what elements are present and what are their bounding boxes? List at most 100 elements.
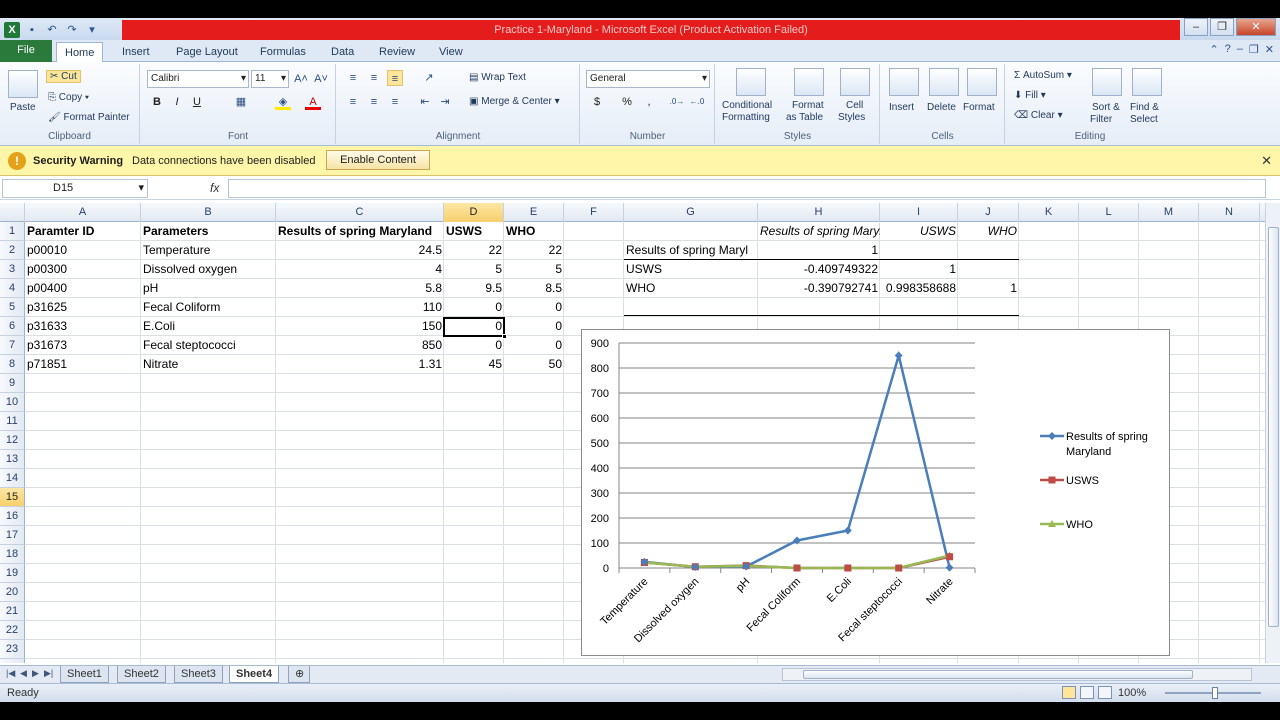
column-header-a[interactable]: A [25,203,141,222]
column-header-c[interactable]: C [276,203,444,222]
borders-icon[interactable]: ▦ [233,94,249,110]
autosum-button[interactable]: Σ AutoSum ▾ [1014,70,1072,81]
format-cells-icon[interactable] [967,68,997,96]
table-data-cell[interactable]: p00300 [25,260,141,279]
table-data-cell[interactable]: 45 [444,355,504,374]
vertical-scrollbar[interactable] [1265,203,1280,663]
prev-sheet-icon[interactable]: ◀ [20,668,27,679]
correlation-header-cell[interactable]: USWS [880,222,958,241]
shrink-font-icon[interactable]: A˅ [313,71,329,87]
correlation-row-label[interactable]: Results of spring Maryl [624,241,758,260]
table-data-cell[interactable]: p31625 [25,298,141,317]
row-header-22[interactable]: 22 [0,621,25,640]
correlation-row-label[interactable]: USWS [624,260,758,279]
correlation-header-cell[interactable]: WHO [958,222,1019,241]
delete-cells-button[interactable]: Delete [927,102,956,113]
table-data-cell[interactable]: 0 [504,336,564,355]
row-header-20[interactable]: 20 [0,583,25,602]
select-all-corner[interactable] [0,203,25,222]
fill-color-icon[interactable]: ◈ [275,94,291,110]
merge-center-button[interactable]: ▣ Merge & Center ▾ [469,96,560,107]
paste-button[interactable]: Paste [10,102,36,113]
sheet-tab-sheet3[interactable]: Sheet3 [174,666,223,683]
clear-button[interactable]: ⌫ Clear ▾ [1014,110,1063,121]
horizontal-scrollbar[interactable] [782,668,1252,681]
table-header-cell[interactable]: Parameters [141,222,276,241]
sheet-tab-sheet1[interactable]: Sheet1 [60,666,109,683]
table-data-cell[interactable]: 22 [504,241,564,260]
cell-styles-label[interactable]: Cell [846,100,863,111]
save-icon[interactable]: ▪ [24,22,40,38]
align-bottom-icon[interactable]: ≡ [387,70,403,86]
font-size-select[interactable]: 11 ▾ [251,70,289,88]
row-header-12[interactable]: 12 [0,431,25,450]
increase-decimal-icon[interactable]: .0→ [669,94,685,110]
decrease-indent-icon[interactable]: ⇤ [417,94,433,110]
align-left-icon[interactable]: ≡ [345,94,361,110]
help-icon[interactable]: ? [1225,43,1231,56]
table-data-cell[interactable]: 24.5 [276,241,444,260]
active-cell-d15[interactable] [443,317,505,337]
row-header-16[interactable]: 16 [0,507,25,526]
row-header-13[interactable]: 13 [0,450,25,469]
customize-qat-icon[interactable]: ▾ [84,22,100,38]
table-data-cell[interactable]: 0 [504,298,564,317]
table-data-cell[interactable]: Fecal Coliform [141,298,276,317]
table-data-cell[interactable]: p31633 [25,317,141,336]
table-data-cell[interactable]: 150 [276,317,444,336]
decrease-decimal-icon[interactable]: ←.0 [689,94,705,110]
row-header-15[interactable]: 15 [0,488,25,507]
table-data-cell[interactable]: Dissolved oxygen [141,260,276,279]
tab-insert[interactable]: Insert [114,42,158,62]
table-data-cell[interactable]: 8.5 [504,279,564,298]
currency-button[interactable]: $ [589,94,605,110]
cell-styles-label-2[interactable]: Styles [838,112,865,123]
align-center-icon[interactable]: ≡ [366,94,382,110]
chevron-down-icon[interactable]: ▾ [138,180,144,197]
find-select-label[interactable]: Find & [1130,102,1159,113]
excel-logo-icon[interactable]: X [4,22,20,38]
column-header-e[interactable]: E [504,203,564,222]
row-header-10[interactable]: 10 [0,393,25,412]
last-sheet-icon[interactable]: ▶| [44,668,53,679]
column-header-k[interactable]: K [1019,203,1079,222]
next-sheet-icon[interactable]: ▶ [32,668,39,679]
close-button[interactable]: ✕ [1236,18,1276,36]
table-data-cell[interactable]: 0 [504,317,564,336]
conditional-formatting-label-2[interactable]: Formatting [722,112,770,123]
row-header-6[interactable]: 6 [0,317,25,336]
column-header-i[interactable]: I [880,203,958,222]
comma-button[interactable]: , [641,94,657,110]
insert-cells-button[interactable]: Insert [889,102,914,113]
zoom-slider-knob[interactable] [1212,687,1218,699]
correlation-value-cell[interactable]: 1 [958,279,1019,298]
correlation-value-cell[interactable]: 1 [758,241,880,260]
table-data-cell[interactable]: pH [141,279,276,298]
sort-filter-label-2[interactable]: Filter [1090,114,1112,125]
tab-review[interactable]: Review [371,42,423,62]
column-header-m[interactable]: M [1139,203,1199,222]
table-header-cell[interactable]: Paramter ID [25,222,141,241]
row-header-9[interactable]: 9 [0,374,25,393]
workbook-restore-icon[interactable]: ❐ [1249,43,1259,56]
format-painter-button[interactable]: 🖌 Format Painter [48,112,130,123]
underline-button[interactable]: U [189,94,205,110]
row-header-14[interactable]: 14 [0,469,25,488]
sheet-tab-sheet4[interactable]: Sheet4 [229,666,280,683]
name-box[interactable]: D15 ▾ [2,179,148,198]
table-data-cell[interactable]: Nitrate [141,355,276,374]
insert-function-icon[interactable]: fx [210,181,219,195]
table-data-cell[interactable]: E.Coli [141,317,276,336]
row-header-24[interactable]: 24 [0,659,25,663]
column-header-d[interactable]: D [444,203,504,222]
enable-content-button[interactable]: Enable Content [326,150,430,170]
row-header-7[interactable]: 7 [0,336,25,355]
column-header-n[interactable]: N [1199,203,1260,222]
row-header-17[interactable]: 17 [0,526,25,545]
restore-button[interactable]: ❐ [1210,18,1234,36]
table-header-cell[interactable]: WHO [504,222,564,241]
row-header-19[interactable]: 19 [0,564,25,583]
workbook-minimize-icon[interactable]: – [1237,43,1243,56]
table-data-cell[interactable]: 850 [276,336,444,355]
insert-sheet-icon[interactable]: ⊕ [288,666,310,683]
